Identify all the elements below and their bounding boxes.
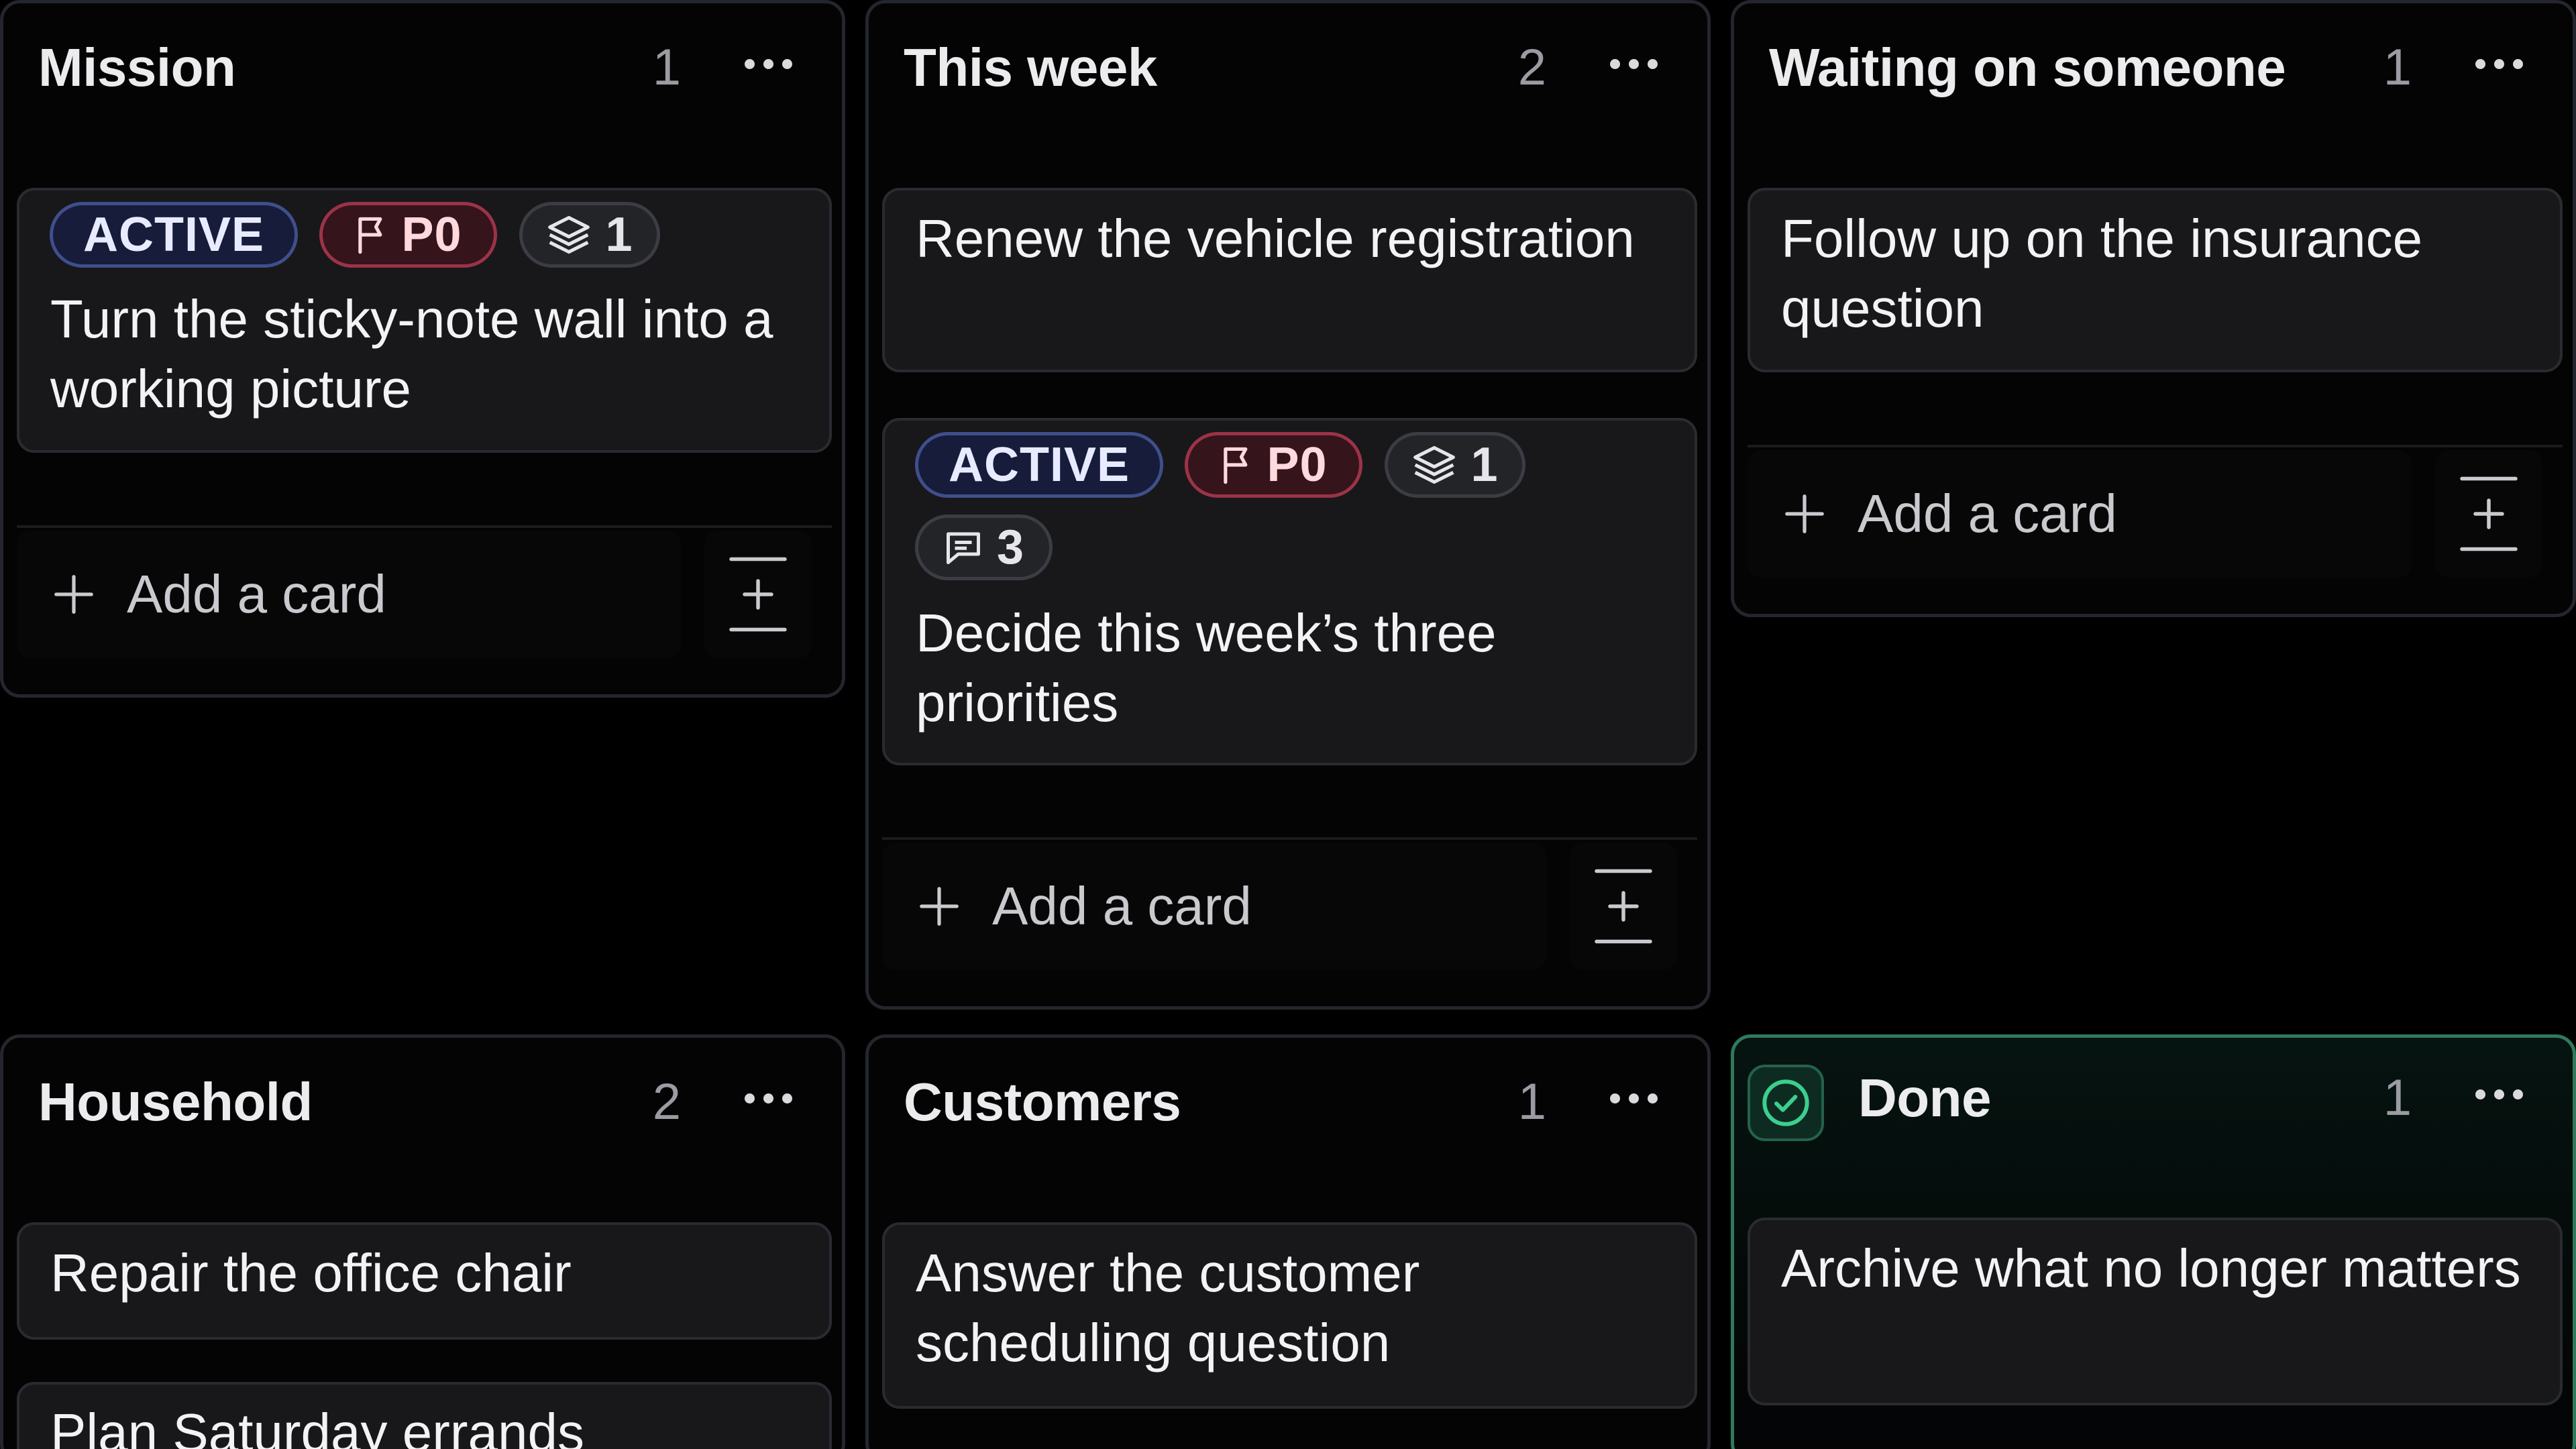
priority-badge: P0 (1185, 432, 1362, 498)
more-horizontal-icon[interactable] (2465, 30, 2532, 97)
add-card-split-button[interactable] (2435, 450, 2542, 578)
priority-badge: P0 (319, 202, 497, 268)
more-horizontal-icon[interactable] (1600, 1065, 1667, 1132)
priority-badge-label: P0 (401, 208, 462, 262)
column-title: Household (38, 1072, 313, 1132)
card-title: Decide this week’s three priorities (916, 603, 1497, 733)
column-header: Done 1 (1734, 1038, 2573, 1172)
column-card-count: 1 (2383, 1069, 2412, 1126)
card-title: Plan Saturday errands (50, 1403, 585, 1449)
insert-divider-icon (729, 557, 787, 632)
priority-badge-label: P0 (1267, 438, 1328, 492)
column-header: Mission 1 (3, 3, 842, 138)
plus-icon (920, 887, 959, 926)
add-card-split-button[interactable] (704, 531, 812, 658)
card[interactable]: Answer the customer scheduling question (882, 1222, 1697, 1409)
column-title: Mission (38, 38, 236, 97)
card[interactable]: Renew the vehicle registration (882, 188, 1697, 372)
column-waiting-on-someone: Waiting on someone 1 Follow up on the in… (1731, 0, 2576, 617)
card-title: Renew the vehicle registration (916, 209, 1635, 268)
add-card-button[interactable]: Add a card (882, 843, 1546, 970)
status-badge-label: ACTIVE (83, 208, 265, 262)
add-card-button[interactable]: Add a card (17, 531, 681, 658)
check-circle-icon (1748, 1065, 1824, 1141)
comments-badge: 3 (915, 515, 1053, 580)
subitems-count: 1 (1470, 438, 1499, 492)
card-title: Repair the office chair (50, 1243, 572, 1303)
column-header: This week 2 (869, 3, 1707, 138)
column-header: Household 2 (3, 1038, 842, 1172)
column-card-count: 2 (1517, 39, 1546, 96)
insert-divider-icon (2460, 476, 2518, 551)
more-horizontal-icon[interactable] (735, 1065, 802, 1132)
column-card-count: 1 (2383, 39, 2412, 96)
card-title: Follow up on the insurance question (1781, 209, 2423, 338)
flag-icon (358, 217, 382, 254)
comments-count: 3 (996, 521, 1025, 574)
column-card-count: 1 (652, 39, 681, 96)
more-horizontal-icon[interactable] (2465, 1061, 2532, 1128)
more-horizontal-icon[interactable] (735, 30, 802, 97)
column-header: Waiting on someone 1 (1734, 3, 2573, 138)
column-title: This week (904, 38, 1157, 97)
subitems-count: 1 (605, 208, 633, 262)
column-mission: Mission 1 ACTIVE P0 1 Turn the sticky-no… (0, 0, 845, 698)
column-this-week: This week 2 Renew the vehicle registrati… (865, 0, 1711, 1010)
status-badge: ACTIVE (50, 202, 298, 268)
add-card-button[interactable]: Add a card (1748, 450, 2412, 578)
column-customers: Customers 1 Answer the customer scheduli… (865, 1034, 1711, 1449)
card-title: Answer the customer scheduling question (916, 1243, 1420, 1373)
column-card-count: 2 (652, 1073, 681, 1130)
comment-icon (946, 532, 980, 564)
add-card-row: Add a card (1748, 445, 2563, 582)
layers-icon (548, 215, 590, 254)
add-card-row: Add a card (17, 525, 832, 662)
kanban-board: Mission 1 ACTIVE P0 1 Turn the sticky-no… (0, 0, 2576, 1449)
subitems-badge: 1 (1385, 432, 1525, 498)
plus-icon (54, 575, 93, 614)
plus-icon (1785, 494, 1824, 533)
flag-icon (1224, 447, 1248, 484)
card-title: Archive what no longer matters (1781, 1238, 2521, 1298)
status-badge-label: ACTIVE (948, 438, 1130, 492)
layers-icon (1413, 445, 1456, 484)
more-horizontal-icon[interactable] (1600, 30, 1667, 97)
add-card-label: Add a card (127, 564, 386, 624)
insert-divider-icon (1595, 869, 1652, 944)
card[interactable]: Follow up on the insurance question (1748, 188, 2563, 372)
card[interactable]: ACTIVE P0 1 Turn the sticky-note wall in… (17, 188, 832, 453)
column-title: Waiting on someone (1769, 38, 2286, 97)
add-card-split-button[interactable] (1570, 843, 1677, 970)
column-done: Done 1 Archive what no longer matters (1731, 1034, 2576, 1449)
column-title: Customers (904, 1072, 1181, 1132)
subitems-badge: 1 (519, 202, 660, 268)
add-card-row: Add a card (882, 837, 1697, 974)
card[interactable]: ACTIVE P0 1 3 Decide this week’s three p… (882, 418, 1697, 765)
card-title: Turn the sticky-note wall into a working… (50, 289, 773, 419)
card[interactable]: Plan Saturday errands (17, 1382, 832, 1449)
column-title: Done (1858, 1068, 1992, 1128)
status-badge: ACTIVE (915, 432, 1163, 498)
card[interactable]: Archive what no longer matters (1748, 1218, 2563, 1405)
add-card-label: Add a card (992, 876, 1252, 936)
card[interactable]: Repair the office chair (17, 1222, 832, 1340)
column-household: Household 2 Repair the office chair Plan… (0, 1034, 845, 1449)
column-card-count: 1 (1517, 1073, 1546, 1130)
column-header: Customers 1 (869, 1038, 1707, 1172)
add-card-label: Add a card (1858, 484, 2117, 543)
